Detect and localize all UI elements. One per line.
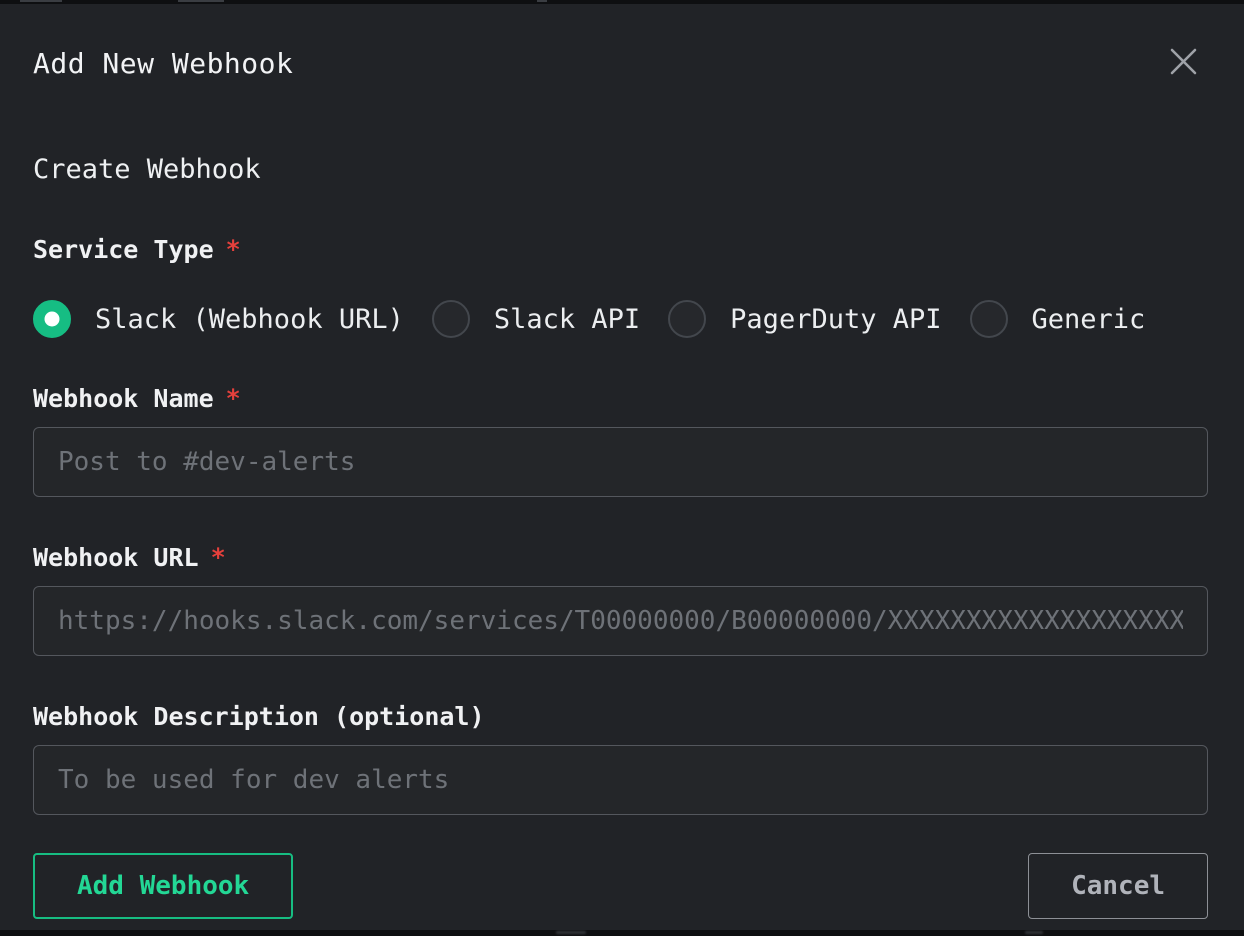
add-webhook-button[interactable]: Add Webhook — [33, 853, 293, 919]
service-type-radio-group: Slack (Webhook URL) Slack API PagerDuty … — [33, 300, 1208, 338]
radio-label: PagerDuty API — [730, 304, 941, 335]
webhook-name-label-text: Webhook Name — [33, 384, 214, 413]
webhook-description-label-text: Webhook Description (optional) — [33, 702, 485, 731]
radio-selected-icon[interactable] — [33, 300, 71, 338]
background-page-edge — [537, 0, 547, 2]
background-page-edge — [556, 931, 586, 934]
radio-option-slack-webhook-url[interactable]: Slack (Webhook URL) — [33, 300, 404, 338]
cancel-button[interactable]: Cancel — [1028, 853, 1208, 919]
required-asterisk: * — [226, 235, 241, 264]
background-page-edge — [20, 0, 62, 2]
radio-option-pagerduty-api[interactable]: PagerDuty API — [668, 300, 941, 338]
webhook-description-input[interactable] — [33, 745, 1208, 815]
webhook-url-label: Webhook URL * — [33, 543, 1208, 572]
service-type-label-text: Service Type — [33, 235, 214, 264]
close-button[interactable] — [1166, 46, 1200, 80]
close-icon — [1170, 48, 1197, 78]
create-webhook-heading: Create Webhook — [33, 154, 1208, 185]
webhook-name-label: Webhook Name * — [33, 384, 1208, 413]
webhook-name-input[interactable] — [33, 427, 1208, 497]
webhook-url-label-text: Webhook URL — [33, 543, 199, 572]
radio-option-slack-api[interactable]: Slack API — [432, 300, 640, 338]
background-page-edge — [1025, 931, 1043, 934]
background-page-edge — [178, 0, 224, 2]
radio-option-generic[interactable]: Generic — [970, 300, 1146, 338]
modal-title: Add New Webhook — [33, 47, 293, 80]
radio-unselected-icon[interactable] — [668, 300, 706, 338]
required-asterisk: * — [226, 384, 241, 413]
required-asterisk: * — [211, 543, 226, 572]
add-webhook-modal: Add New Webhook Create Webhook Service T… — [0, 4, 1244, 930]
modal-header: Add New Webhook — [33, 46, 1208, 80]
radio-unselected-icon[interactable] — [970, 300, 1008, 338]
radio-label: Generic — [1032, 304, 1146, 335]
radio-label: Slack (Webhook URL) — [95, 304, 404, 335]
webhook-url-input[interactable] — [33, 586, 1208, 656]
radio-unselected-icon[interactable] — [432, 300, 470, 338]
modal-footer: Add Webhook Cancel — [33, 853, 1208, 919]
service-type-label: Service Type * — [33, 235, 1208, 264]
webhook-description-label: Webhook Description (optional) — [33, 702, 1208, 731]
radio-label: Slack API — [494, 304, 640, 335]
